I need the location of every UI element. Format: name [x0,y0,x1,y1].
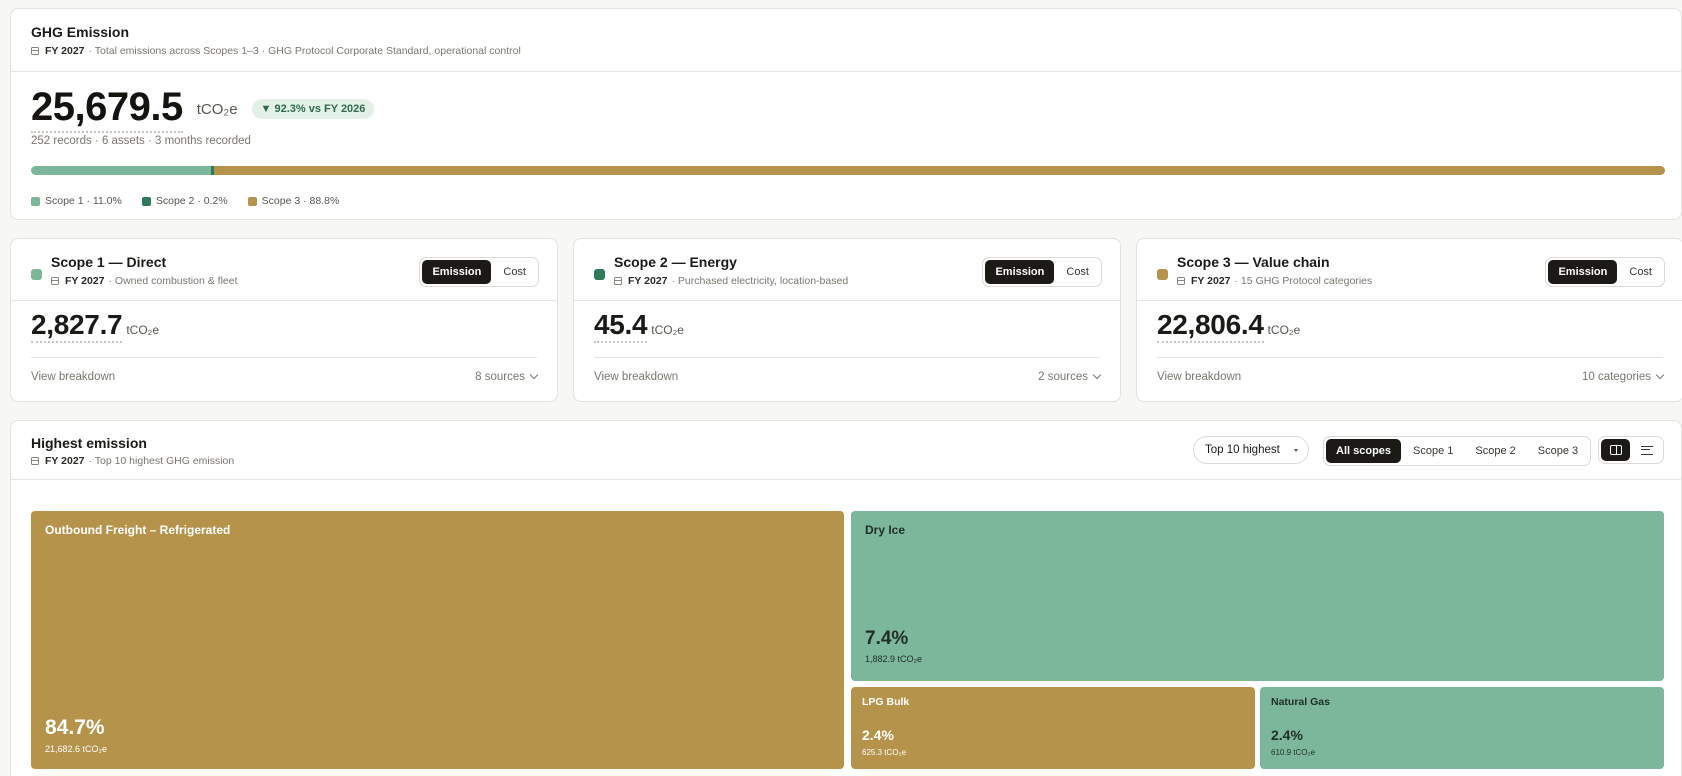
ghg-unit: tCO₂e [196,100,238,118]
scope-3-meta: FY 2027 · 15 GHG Protocol categories [1177,275,1372,287]
scope-2-card: Scope 2 — Energy FY 2027 · Purchased elec… [573,238,1121,402]
treemap-tile[interactable]: Natural Gas 2.4% 610.9 tCO₂e [1260,687,1664,769]
tile-name: Outbound Freight – Refrigerated [45,523,231,537]
top-n-dropdown[interactable]: Top 10 highest [1193,436,1309,464]
scope-2-swatch [594,269,605,280]
scope-1-footer: View breakdown 8 sources [31,357,539,383]
tile-value: 610.9 tCO₂e [1271,748,1316,757]
ghg-total-row: 25,679.5 tCO₂e ▼ 92.3% vs FY 2026 [31,85,375,133]
filter-scope-2[interactable]: Scope 2 [1465,439,1525,463]
treemap-tile[interactable]: Dry Ice 7.4% 1,882.9 tCO₂e [851,511,1664,681]
treemap-icon [1609,445,1622,455]
list-icon [1640,445,1653,455]
scope-2-meta: FY 2027 · Purchased electricity, location… [614,275,848,287]
highest-emission-card: Highest emission FY 2027 · Top 10 highest… [10,420,1682,776]
tile-name: LPG Bulk [862,696,910,708]
scope-1-title: Scope 1 — Direct [51,254,167,270]
top-n-label: Top 10 highest [1205,444,1280,456]
view-breakdown-link[interactable]: View breakdown [594,371,678,383]
scope-3-footer: View breakdown 10 categories [1157,357,1665,383]
ghg-description: · Total emissions across Scopes 1–3 · GH… [88,45,521,57]
categories-dropdown[interactable]: 10 categories [1582,370,1665,383]
divider [11,479,1681,480]
filter-scope-1[interactable]: Scope 1 [1403,439,1463,463]
emission-toggle[interactable]: Emission [985,260,1055,284]
ghg-emission-card: GHG Emission FY 2027 · Total emissions a… [10,8,1682,220]
calendar-icon [31,457,39,465]
emission-toggle[interactable]: Emission [422,260,492,284]
divider [574,300,1120,301]
emission-toggle[interactable]: Emission [1548,260,1618,284]
tile-percent: 84.7% [45,716,105,739]
tile-percent: 7.4% [865,628,909,649]
calendar-icon [31,47,39,55]
filter-scope-3[interactable]: Scope 3 [1528,439,1588,463]
chevron-down-icon [1655,370,1665,380]
sources-dropdown[interactable]: 2 sources [1038,370,1102,383]
highest-meta: FY 2027 · Top 10 highest GHG emission [31,455,234,467]
scope-2-footer: View breakdown 2 sources [594,357,1102,383]
tile-value: 21,682.6 tCO₂e [45,744,108,754]
ghg-summary: 252 records · 6 assets · 3 months record… [31,135,251,147]
ghg-fy: FY 2027 [45,45,85,57]
cost-toggle[interactable]: Cost [493,260,536,284]
legend-scope-3: Scope 3 · 88.8% [247,195,339,207]
divider [11,71,1681,72]
scope-3-card: Scope 3 — Value chain FY 2027 · 15 GHG Pr… [1136,238,1682,402]
divider [1137,300,1682,301]
ghg-title: GHG Emission [31,24,130,40]
tile-value: 1,882.9 tCO₂e [865,654,923,664]
cost-toggle[interactable]: Cost [1056,260,1099,284]
highest-title: Highest emission [31,435,147,451]
filter-all-scopes[interactable]: All scopes [1326,439,1402,463]
scope-1-card: Scope 1 — Direct FY 2027 · Owned combusti… [10,238,558,402]
legend-scope-1: Scope 1 · 11.0% [31,195,122,207]
tile-value: 625.3 tCO₂e [862,748,907,757]
scope-1-value: 2,827.7 tCO₂e [31,309,159,343]
scope-2-title: Scope 2 — Energy [614,254,737,270]
ghg-total: 25,679.5 [31,85,183,133]
tile-name: Natural Gas [1271,696,1330,708]
ghg-meta: FY 2027 · Total emissions across Scopes … [31,45,521,57]
scope-3-swatch [1157,269,1168,280]
calendar-icon [1177,277,1185,285]
sources-dropdown[interactable]: 8 sources [475,370,539,383]
cost-toggle[interactable]: Cost [1619,260,1662,284]
calendar-icon [614,277,622,285]
chevron-down-icon [1092,370,1102,380]
scope-1-toggle: Emission Cost [419,257,539,287]
list-view-button[interactable] [1632,439,1661,461]
scope-1-swatch [31,269,42,280]
scope-3-toggle: Emission Cost [1545,257,1665,287]
treemap-tile[interactable]: LPG Bulk 2.4% 625.3 tCO₂e [851,687,1255,769]
scope-1-share [31,166,211,175]
scope-share-bar [31,166,1665,175]
scope-3-share [214,166,1665,175]
scope-3-title: Scope 3 — Value chain [1177,254,1330,270]
view-toggle [1598,436,1664,464]
scope-1-meta: FY 2027 · Owned combustion & fleet [51,275,238,287]
scope-2-toggle: Emission Cost [982,257,1102,287]
tile-percent: 2.4% [1271,727,1303,743]
treemap-view-button[interactable] [1601,439,1630,461]
view-breakdown-link[interactable]: View breakdown [1157,371,1241,383]
tile-name: Dry Ice [865,523,906,537]
treemap-tile[interactable]: Outbound Freight – Refrigerated 84.7% 21… [31,511,844,769]
scope-legend: Scope 1 · 11.0% Scope 2 · 0.2% Scope 3 ·… [31,195,339,207]
caret-down-icon [1294,449,1298,452]
scope-3-value: 22,806.4 tCO₂e [1157,309,1300,343]
tile-percent: 2.4% [862,727,894,743]
chevron-down-icon [529,370,539,380]
view-breakdown-link[interactable]: View breakdown [31,371,115,383]
divider [11,300,557,301]
scope-2-value: 45.4 tCO₂e [594,309,684,343]
calendar-icon [51,277,59,285]
change-badge: ▼ 92.3% vs FY 2026 [251,99,375,119]
scope-filter: All scopes Scope 1 Scope 2 Scope 3 [1323,436,1592,466]
legend-scope-2: Scope 2 · 0.2% [141,195,228,207]
